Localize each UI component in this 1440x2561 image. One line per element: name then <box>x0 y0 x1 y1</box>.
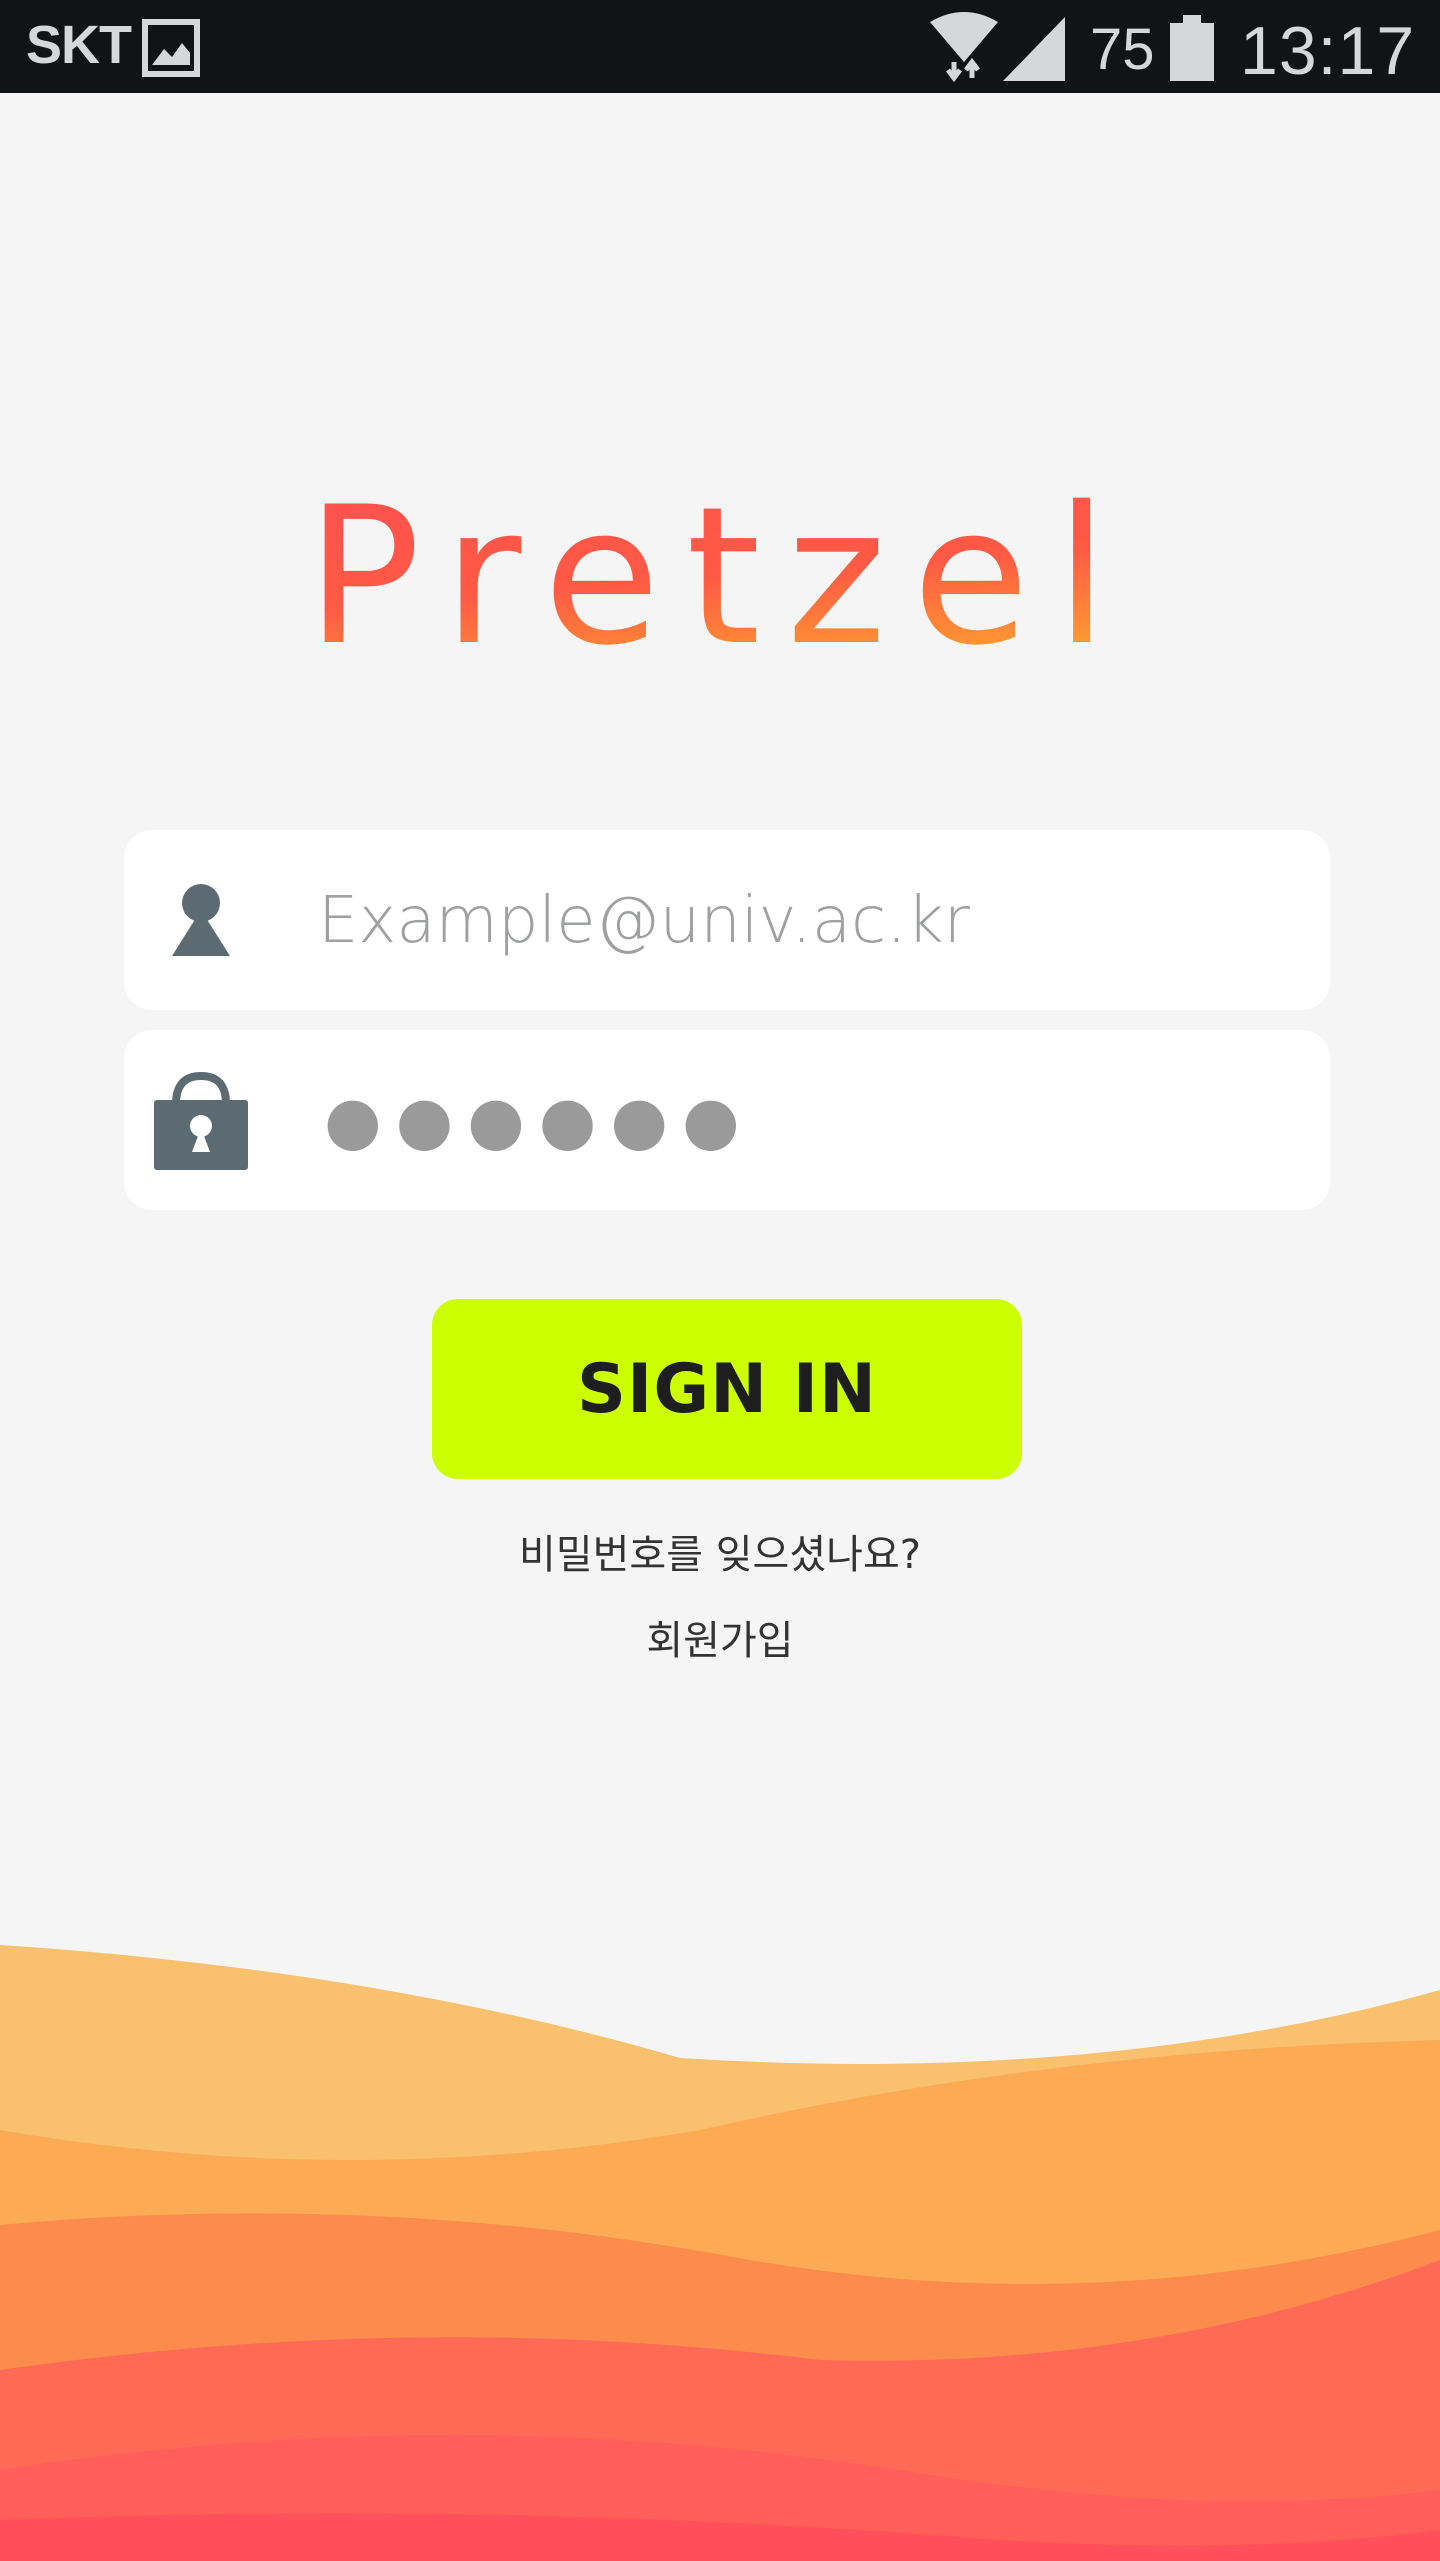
email-field[interactable] <box>124 830 1330 1012</box>
forgot-password-link[interactable]: 비밀번호를 잊으셨나요? <box>0 1522 1440 1580</box>
sign-in-button[interactable]: SIGN IN <box>432 1299 1022 1479</box>
app-logo: Pretzel <box>306 470 1134 670</box>
battery-level: 75 <box>1090 17 1155 82</box>
sign-up-link[interactable]: 회원가입 <box>0 1608 1440 1666</box>
password-input[interactable]: ●●●●●● <box>324 1030 754 1210</box>
signal-icon <box>1003 17 1065 81</box>
user-icon <box>172 884 230 956</box>
carrier-label: SKT <box>26 15 132 75</box>
wifi-data-icon <box>930 12 998 83</box>
lock-icon <box>154 1071 248 1170</box>
decorative-waves <box>0 1945 1440 2561</box>
clock: 13:17 <box>1240 13 1416 89</box>
status-bar: SKT 75 13:17 <box>0 0 1440 93</box>
battery-icon <box>1170 15 1214 81</box>
gallery-icon <box>142 19 200 77</box>
password-field[interactable]: ●●●●●● <box>124 1030 1330 1210</box>
email-input[interactable] <box>316 830 1280 1012</box>
logo-text: Pretzel <box>306 470 1134 670</box>
